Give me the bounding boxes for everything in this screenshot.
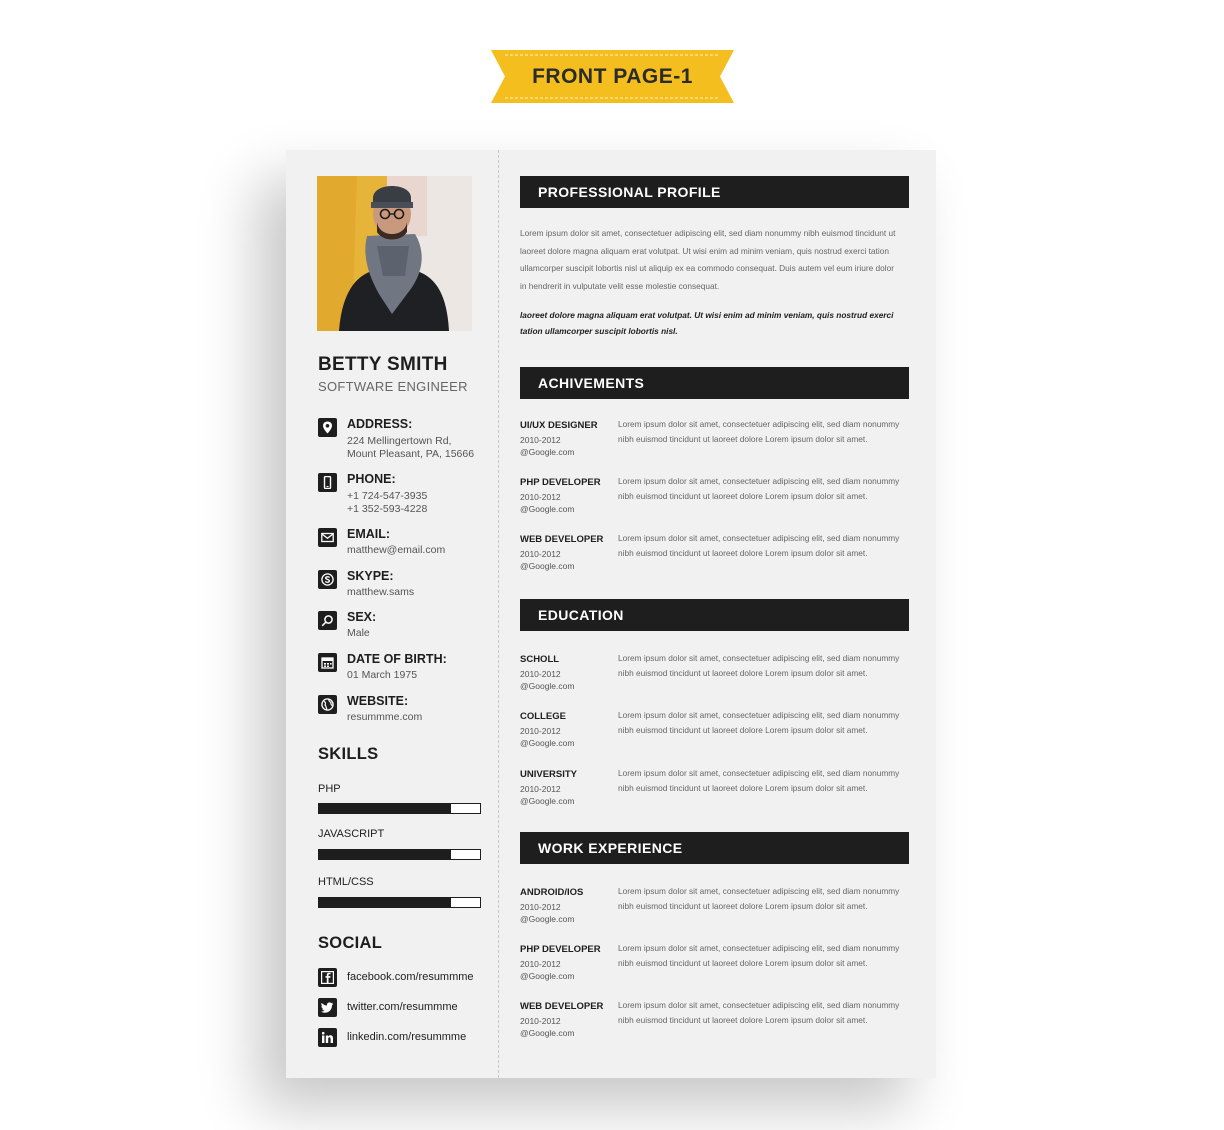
- entry-org: @Google.com: [520, 971, 575, 981]
- contact-label: ADDRESS:: [347, 417, 413, 431]
- contact-value: Mount Pleasant, PA, 15666: [347, 448, 475, 460]
- social-link-text[interactable]: facebook.com/resummme: [347, 971, 474, 983]
- email-icon: [318, 528, 337, 547]
- entry-org: @Google.com: [520, 561, 575, 571]
- skill-bar: [318, 897, 481, 908]
- globe-icon: [318, 695, 337, 714]
- skill-bar-fill: [319, 898, 452, 907]
- entry-org: @Google.com: [520, 738, 575, 748]
- contact-value: +1 352-593-4228: [347, 503, 428, 515]
- entry-org: @Google.com: [520, 796, 575, 806]
- entry-title: WEB DEVELOPER: [520, 1001, 604, 1012]
- entry-description: Lorem ipsum dolor sit amet, consectetuer…: [618, 419, 900, 445]
- entry-org: @Google.com: [520, 447, 575, 457]
- contact-label: DATE OF BIRTH:: [347, 652, 447, 666]
- contact-label: EMAIL:: [347, 527, 391, 541]
- entry-title: SCHOLL: [520, 654, 560, 665]
- entry-title: PHP DEVELOPER: [520, 477, 601, 488]
- entry-org: @Google.com: [520, 1028, 575, 1038]
- skills-heading: SKILLS: [318, 745, 379, 763]
- entry-description: Lorem ipsum dolor sit amet, consectetuer…: [618, 476, 900, 502]
- skill-name: JAVASCRIPT: [318, 828, 385, 840]
- achievements-heading: ACHIVEMENTS: [520, 367, 909, 399]
- profile-emphasis: laoreet dolore magna aliquam erat volutp…: [520, 310, 894, 336]
- entry-years: 2010-2012: [520, 1016, 561, 1026]
- contact-label: SEX:: [347, 610, 377, 624]
- entry-description: Lorem ipsum dolor sit amet, consectetuer…: [618, 768, 900, 794]
- contact-label: WEBSITE:: [347, 694, 409, 708]
- contact-label: SKYPE:: [347, 569, 394, 583]
- social-heading: SOCIAL: [318, 934, 383, 952]
- front-page-banner: FRONT PAGE-1: [491, 50, 734, 103]
- gender-icon: [318, 611, 337, 630]
- calendar-icon: [318, 653, 337, 672]
- contact-value: 01 March 1975: [347, 669, 418, 681]
- entry-description: Lorem ipsum dolor sit amet, consectetuer…: [618, 533, 900, 559]
- banner-label: FRONT PAGE-1: [532, 65, 693, 88]
- entry-years: 2010-2012: [520, 669, 561, 679]
- column-divider: [498, 150, 499, 1078]
- experience-heading: WORK EXPERIENCE: [520, 832, 909, 864]
- entry-org: @Google.com: [520, 914, 575, 924]
- entry-years: 2010-2012: [520, 492, 561, 502]
- entry-years: 2010-2012: [520, 726, 561, 736]
- entry-years: 2010-2012: [520, 959, 561, 969]
- phone-icon: [318, 473, 337, 492]
- entry-years: 2010-2012: [520, 549, 561, 559]
- skill-bar: [318, 803, 481, 814]
- resume-page: BETTY SMITH SOFTWARE ENGINEER ADDRESS: 2…: [286, 150, 936, 1078]
- contact-value: matthew@email.com: [347, 544, 446, 556]
- contact-label: PHONE:: [347, 472, 396, 486]
- entry-title: ANDROID/IOS: [520, 887, 584, 898]
- entry-title: UI/UX DESIGNER: [520, 420, 598, 431]
- contact-value: 224 Mellingertown Rd,: [347, 435, 452, 447]
- entry-years: 2010-2012: [520, 902, 561, 912]
- skill-name: PHP: [318, 783, 341, 795]
- entry-description: Lorem ipsum dolor sit amet, consectetuer…: [618, 886, 900, 912]
- contact-value: resummme.com: [347, 711, 423, 723]
- skill-bar-fill: [319, 850, 452, 859]
- contact-value: +1 724-547-3935: [347, 490, 428, 502]
- entry-years: 2010-2012: [520, 784, 561, 794]
- entry-years: 2010-2012: [520, 435, 561, 445]
- entry-org: @Google.com: [520, 504, 575, 514]
- entry-title: PHP DEVELOPER: [520, 944, 601, 955]
- profile-heading: PROFESSIONAL PROFILE: [520, 176, 909, 208]
- entry-description: Lorem ipsum dolor sit amet, consectetuer…: [618, 943, 900, 969]
- facebook-icon: [318, 968, 337, 987]
- candidate-role: SOFTWARE ENGINEER: [318, 379, 468, 394]
- entry-description: Lorem ipsum dolor sit amet, consectetuer…: [618, 710, 900, 736]
- skype-icon: [318, 570, 337, 589]
- profile-text: Lorem ipsum dolor sit amet, consectetuer…: [520, 228, 896, 291]
- entry-description: Lorem ipsum dolor sit amet, consectetuer…: [618, 653, 900, 679]
- skill-bar-fill: [319, 804, 452, 813]
- entry-title: WEB DEVELOPER: [520, 534, 604, 545]
- candidate-name: BETTY SMITH: [318, 354, 448, 375]
- profile-photo: [317, 176, 472, 331]
- social-link-text[interactable]: linkedin.com/resummme: [347, 1031, 466, 1043]
- twitter-icon: [318, 998, 337, 1017]
- entry-title: UNIVERSITY: [520, 769, 578, 780]
- linkedin-icon: [318, 1028, 337, 1047]
- contact-value: matthew.sams: [347, 586, 415, 598]
- skill-bar: [318, 849, 481, 860]
- skill-name: HTML/CSS: [318, 876, 374, 888]
- contact-value: Male: [347, 627, 370, 639]
- entry-org: @Google.com: [520, 681, 575, 691]
- social-link-text[interactable]: twitter.com/resummme: [347, 1001, 458, 1013]
- entry-description: Lorem ipsum dolor sit amet, consectetuer…: [618, 1000, 900, 1026]
- map-pin-icon: [318, 418, 337, 437]
- entry-title: COLLEGE: [520, 711, 566, 722]
- education-heading: EDUCATION: [520, 599, 909, 631]
